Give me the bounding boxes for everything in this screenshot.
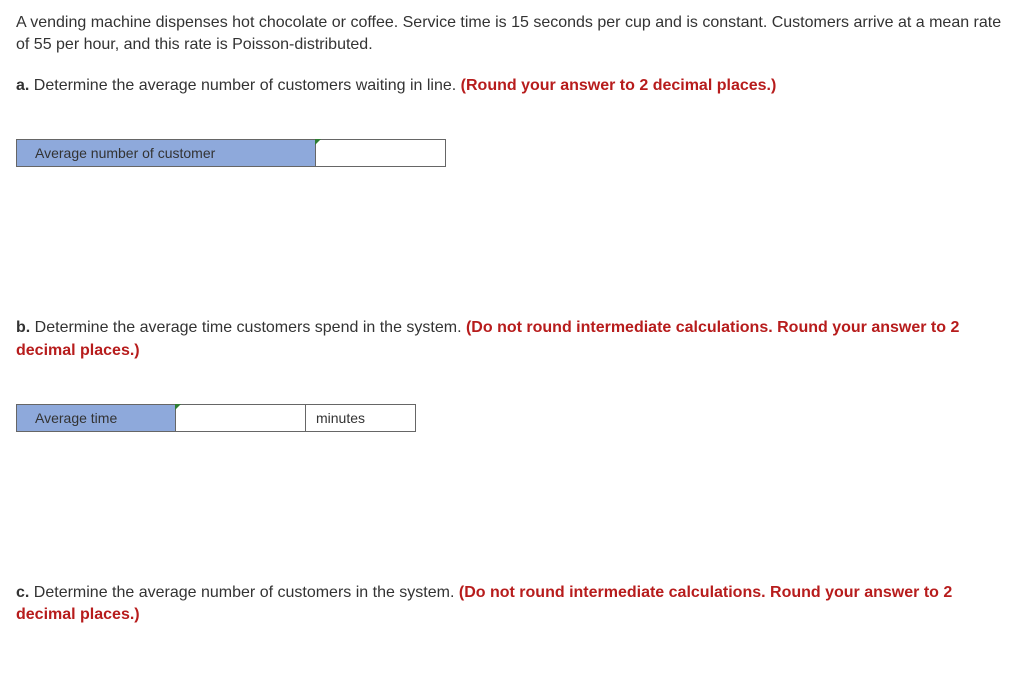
part-a-hint: (Round your answer to 2 decimal places.) — [461, 77, 777, 94]
part-c-label: c. — [16, 584, 29, 601]
part-a-text: Determine the average number of customer… — [29, 77, 460, 94]
part-a-input-cell — [316, 139, 446, 167]
part-a-field-label: Average number of customer — [16, 139, 316, 167]
part-b-field-label: Average time — [16, 404, 176, 432]
part-a-prompt: a. Determine the average number of custo… — [16, 75, 1008, 97]
part-c-prompt: c. Determine the average number of custo… — [16, 582, 1008, 627]
part-b-unit: minutes — [306, 404, 416, 432]
part-b-input-cell — [176, 404, 306, 432]
part-a-label: a. — [16, 77, 29, 94]
part-b-text: Determine the average time customers spe… — [30, 319, 466, 336]
part-b-prompt: b. Determine the average time customers … — [16, 317, 1008, 362]
part-a-input[interactable] — [316, 140, 445, 166]
problem-intro: A vending machine dispenses hot chocolat… — [16, 12, 1008, 57]
part-a-answer-row: Average number of customer — [16, 139, 1008, 167]
part-c-text: Determine the average number of customer… — [29, 584, 459, 601]
part-b-input[interactable] — [176, 405, 305, 431]
part-b-answer-row: Average time minutes — [16, 404, 1008, 432]
part-b-label: b. — [16, 319, 30, 336]
